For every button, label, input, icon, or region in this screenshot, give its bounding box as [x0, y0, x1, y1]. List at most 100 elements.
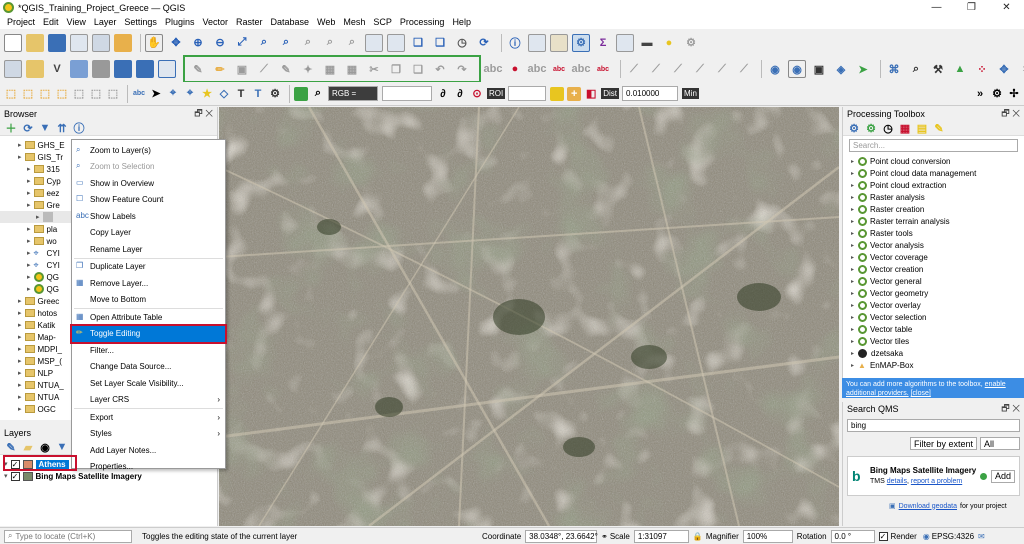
toggle-editing-pencil-icon[interactable]: ✏ — [211, 60, 229, 78]
expand-arrow-icon[interactable]: ▸ — [851, 290, 854, 297]
scp-red-icon[interactable]: ◧ — [584, 87, 598, 101]
scp-tool-icon[interactable]: ⚙ — [268, 87, 282, 101]
context-menu-item[interactable]: abc Show Labels — [72, 208, 225, 225]
expand-arrow-icon[interactable]: ▸ — [18, 357, 22, 365]
digitize-shape-4-icon[interactable]: ⟋ — [691, 60, 709, 78]
globe-2-icon[interactable]: ◉ — [788, 60, 806, 78]
results-viewer-icon[interactable]: ▦ — [898, 121, 912, 135]
expand-arrow-icon[interactable]: ▸ — [27, 285, 31, 293]
add-raster-layer-icon[interactable] — [70, 60, 88, 78]
star-icon[interactable]: ★ — [200, 87, 214, 101]
menu-project[interactable]: Project — [3, 17, 39, 27]
toolbox-provider-item[interactable]: ▸ Vector general — [843, 275, 1024, 287]
scp-add-icon[interactable]: + — [567, 86, 582, 101]
zoom-out-icon[interactable]: ⊖ — [211, 34, 229, 52]
map-tips-icon[interactable]: ● — [660, 34, 678, 52]
toolbox-provider-item[interactable]: ▸ Point cloud conversion — [843, 155, 1024, 167]
close-button[interactable]: ✕ — [989, 2, 1024, 13]
menu-help[interactable]: Help — [448, 17, 475, 27]
menu-edit[interactable]: Edit — [39, 17, 63, 27]
attribute-table-icon[interactable] — [528, 33, 546, 52]
expand-arrow-icon[interactable]: ▸ — [851, 326, 854, 333]
select-icon[interactable]: ⬚ — [4, 87, 18, 101]
context-menu-item[interactable]: Move to Bottom — [72, 292, 225, 309]
context-menu-item[interactable]: Rename Layer — [72, 241, 225, 258]
digitize-shape-5-icon[interactable]: ⟋ — [713, 60, 731, 78]
expand-arrow-icon[interactable]: ▸ — [851, 350, 854, 357]
select-arrow-icon[interactable]: ➤ — [854, 60, 872, 78]
highlight-pins-icon[interactable]: ● — [506, 60, 524, 78]
expand-arrow-icon[interactable]: ▸ — [27, 237, 31, 245]
expand-arrow-icon[interactable]: ▸ — [18, 297, 22, 305]
expand-arrow-icon[interactable]: ▸ — [27, 225, 31, 233]
toolbox-provider-item[interactable]: ▸ Vector coverage — [843, 251, 1024, 263]
save-project-icon[interactable] — [48, 33, 66, 52]
history-icon[interactable]: ◷ — [881, 121, 895, 135]
style-manager-icon[interactable] — [114, 33, 132, 52]
new-print-layout-icon[interactable] — [70, 33, 88, 52]
expand-arrow-icon[interactable]: ▸ — [851, 218, 854, 225]
edit-shape-icon[interactable]: ⌖ — [183, 87, 197, 101]
bookmark-icon[interactable]: ❏ — [409, 34, 427, 52]
context-menu-item[interactable]: ▦ Open Attribute Table — [72, 309, 225, 326]
calculator-icon[interactable] — [550, 33, 568, 52]
toolbox-provider-item[interactable]: ▸ Raster terrain analysis — [843, 215, 1024, 227]
scp-roi-icon[interactable]: ⊙ — [470, 87, 484, 101]
toolbox-provider-item[interactable]: ▸ Raster creation — [843, 203, 1024, 215]
open-table-icon[interactable] — [616, 33, 634, 52]
qms-search-input[interactable]: bing — [847, 419, 1020, 432]
filter-legend-icon[interactable]: ▼ — [55, 440, 69, 454]
digitize-shape-6-icon[interactable]: ⟋ — [735, 60, 753, 78]
qms-close-icon[interactable]: 🗗 ✕ — [1001, 401, 1020, 417]
expand-arrow-icon[interactable]: ▸ — [27, 249, 31, 257]
expand-arrow-icon[interactable]: ▸ — [851, 266, 854, 273]
expand-arrow-icon[interactable]: ▸ — [18, 345, 22, 353]
toolbox-provider-item[interactable]: ▸ Vector selection — [843, 311, 1024, 323]
menu-processing[interactable]: Processing — [396, 17, 449, 27]
label-pin-icon[interactable]: abc — [528, 60, 547, 78]
new-project-icon[interactable] — [4, 33, 22, 52]
layer-expand-icon[interactable]: ▾ — [4, 472, 8, 480]
add-vector-layer-icon[interactable]: V — [48, 60, 66, 78]
context-menu-item[interactable]: Properties... — [72, 459, 225, 476]
show-bookmarks-icon[interactable]: ❏ — [431, 34, 449, 52]
context-menu-item[interactable]: Add Layer Notes... — [72, 442, 225, 459]
qms-report-link[interactable]: report a problem — [911, 478, 962, 485]
invert-selection-icon[interactable]: ⬚ — [89, 87, 103, 101]
expand-arrow-icon[interactable]: ▸ — [27, 165, 31, 173]
redo-icon[interactable]: ↷ — [453, 60, 471, 78]
pan-to-selection-icon[interactable]: ✥ — [167, 34, 185, 52]
expand-arrow-icon[interactable]: ▸ — [851, 194, 854, 201]
scp-green-icon[interactable] — [294, 86, 308, 101]
triangle-icon[interactable]: ▲ — [951, 60, 969, 78]
open-project-icon[interactable] — [26, 33, 44, 52]
close-info-link[interactable]: [close] — [911, 390, 931, 397]
deselect-all-icon[interactable]: ⬚ — [72, 87, 86, 101]
toolbox-provider-item[interactable]: ▸ dzetsaka — [843, 347, 1024, 359]
download-geodata-link[interactable]: Download geodata — [899, 503, 957, 510]
menu-database[interactable]: Database — [267, 17, 314, 27]
menu-mesh[interactable]: Mesh — [339, 17, 369, 27]
cut-features-icon[interactable]: ✂ — [365, 60, 383, 78]
expand-arrow-icon[interactable]: ▸ — [851, 362, 854, 369]
menu-raster[interactable]: Raster — [232, 17, 267, 27]
zoom-in-icon[interactable]: ⊕ — [189, 34, 207, 52]
context-menu-item[interactable]: ⌕ Zoom to Selection — [72, 159, 225, 176]
band-value-combo[interactable] — [382, 86, 432, 101]
data-source-manager-icon[interactable] — [4, 60, 22, 78]
toolbox-provider-item[interactable]: ▸ Vector geometry — [843, 287, 1024, 299]
label-abc-icon[interactable]: abc — [132, 87, 146, 101]
select-by-value-icon[interactable]: ⬚ — [38, 87, 52, 101]
label-rotate-icon[interactable]: abc — [594, 60, 612, 78]
context-menu-item[interactable]: ▦ Remove Layer... — [72, 275, 225, 292]
text-annotation-tool-icon[interactable]: T — [234, 87, 248, 101]
text-annotation-icon[interactable]: ⚙ — [682, 34, 700, 52]
expand-arrow-icon[interactable]: ▸ — [27, 177, 31, 185]
filter-by-extent-button[interactable]: Filter by extent — [909, 437, 977, 450]
expand-arrow-icon[interactable]: ▸ — [18, 333, 22, 341]
new-geopackage-layer-icon[interactable] — [26, 60, 44, 78]
crs-globe-icon[interactable]: ◉ — [923, 532, 930, 541]
context-menu-item[interactable]: ⌕ Zoom to Layer(s) — [72, 142, 225, 159]
toolbox-provider-item[interactable]: ▸ Vector creation — [843, 263, 1024, 275]
expand-arrow-icon[interactable]: ▸ — [18, 309, 22, 317]
